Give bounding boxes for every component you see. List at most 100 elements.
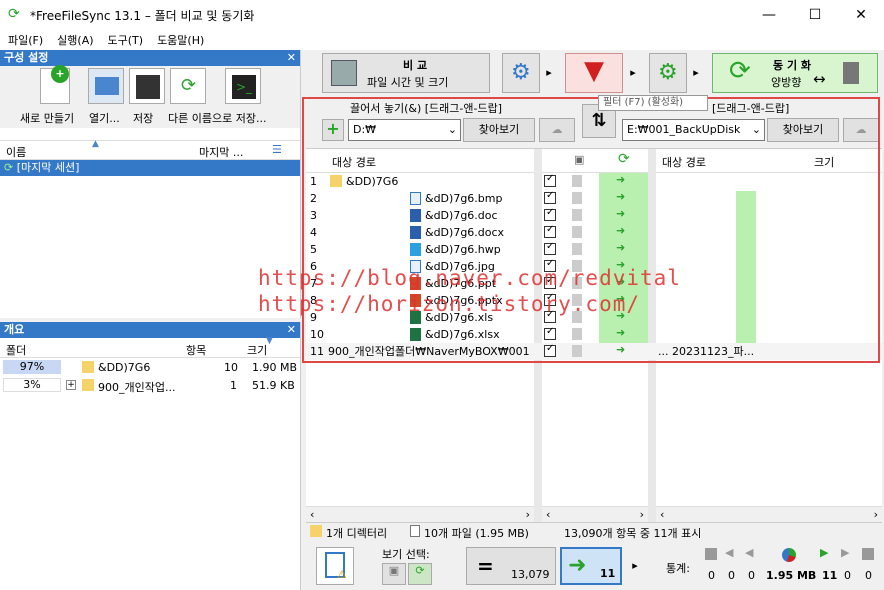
copy-right-icon[interactable]: ➜	[616, 326, 625, 339]
right-folder-input[interactable]: E:₩001_BackUpDisk ⌄	[622, 119, 765, 141]
camera-icon[interactable]: ▣	[574, 153, 584, 166]
left-folder-input[interactable]: D:₩ ⌄	[348, 119, 461, 141]
warning-icon: ⚠	[337, 568, 347, 581]
include-checkbox[interactable]	[544, 173, 556, 187]
right-cloud-button[interactable]: ☁	[843, 118, 879, 142]
create-right-filter-button[interactable]: ➜ 11	[560, 547, 622, 585]
copy-right-icon[interactable]: ➜	[616, 173, 625, 186]
table-row[interactable]: 3 &dD)7g6.doc	[306, 207, 882, 224]
chevron-down-icon[interactable]: ⌄	[448, 120, 457, 140]
sync-label: 동 기 화	[773, 59, 812, 72]
chevron-down-icon[interactable]: ⌄	[752, 120, 761, 140]
scroll-right-icon[interactable]: ›	[640, 508, 644, 521]
config-panel-close-button[interactable]: ✕	[287, 50, 296, 66]
menu-help[interactable]: 도움말(H)	[157, 32, 204, 48]
scroll-right-icon[interactable]: ›	[526, 508, 530, 521]
minimize-button[interactable]: —	[746, 0, 792, 30]
scroll-left-icon[interactable]: ‹	[660, 508, 664, 521]
col-last-header[interactable]: 마지막 ...	[199, 144, 243, 160]
copy-right-icon[interactable]: ➜	[616, 224, 625, 237]
left-drop-label: 끌어서 놓기(&) [드래그-앤-드랍]	[350, 102, 502, 115]
overview-panel-close-button[interactable]: ✕	[287, 322, 296, 338]
menu-bar: 파일(F) 실행(A) 도구(T) 도움말(H)	[0, 30, 884, 50]
filter-dropdown-button[interactable]: ▸	[626, 53, 640, 93]
view-action-button[interactable]: ⟳	[408, 563, 432, 585]
view-select-label: 보기 선택:	[382, 548, 430, 561]
open-config-button[interactable]	[88, 68, 124, 104]
list-view-icon[interactable]: ☰	[272, 143, 282, 156]
magnifier-icon	[331, 60, 357, 86]
left-browse-button[interactable]: 찾아보기	[463, 118, 535, 142]
scroll-left-icon[interactable]: ‹	[310, 508, 314, 521]
overview-row[interactable]: 3% + 900_개인작업... 1 51.9 KB	[0, 376, 300, 394]
menu-tools[interactable]: 도구(T)	[108, 32, 144, 48]
include-checkbox[interactable]	[544, 326, 556, 340]
expand-icon[interactable]: +	[66, 380, 76, 390]
filter-button[interactable]: ▼	[565, 53, 623, 93]
more-filters-button[interactable]: ▸	[628, 547, 642, 585]
include-checkbox[interactable]	[544, 224, 556, 238]
view-category-button[interactable]: ▣	[382, 563, 406, 585]
left-cloud-button[interactable]: ☁	[539, 118, 575, 142]
table-row[interactable]: 10 &dD)7g6.xlsx	[306, 326, 882, 343]
add-folder-pair-button[interactable]: +	[322, 119, 344, 141]
col-items-header[interactable]: 항목	[186, 342, 206, 358]
col-name-header[interactable]: 이름	[6, 144, 26, 160]
config-item-last-session[interactable]: ⟳ [마지막 세션]	[0, 160, 300, 176]
copy-right-icon[interactable]: ➜	[616, 241, 625, 254]
sync-settings-button[interactable]: ⚙	[649, 53, 687, 93]
synchronize-button[interactable]: ⟳ 동 기 화 양방향 ↔	[712, 53, 878, 93]
save-as-batch-button[interactable]: >_	[225, 68, 261, 104]
compare-settings-button[interactable]: ⚙	[502, 53, 540, 93]
table-row[interactable]: 1 &DD)7G6	[306, 173, 882, 190]
scroll-right-icon[interactable]: ›	[874, 508, 878, 521]
menu-file[interactable]: 파일(F)	[8, 32, 43, 48]
right-browse-button[interactable]: 찾아보기	[767, 118, 839, 142]
overview-row[interactable]: 97% &DD)7G6 10 1.90 MB	[0, 358, 300, 376]
left-folder-path: D:₩	[353, 123, 377, 136]
overview-folder-name: 900_개인작업...	[98, 381, 176, 394]
copy-right-icon[interactable]: ➜	[616, 343, 625, 356]
log-button[interactable]: ⚠	[316, 547, 354, 585]
save-as-config-button[interactable]: ⟳	[170, 68, 206, 104]
include-checkbox[interactable]	[544, 190, 556, 204]
sync-dropdown-button[interactable]: ▸	[689, 53, 703, 93]
new-config-button[interactable]: +	[40, 65, 70, 104]
col-size-header[interactable]: 크기	[247, 342, 267, 358]
table-row[interactable]: 4 &dD)7g6.docx	[306, 224, 882, 241]
include-checkbox[interactable]	[544, 241, 556, 255]
table-row[interactable]: 5 &dD)7g6.hwp	[306, 241, 882, 258]
compare-dropdown-button[interactable]: ▸	[542, 53, 556, 93]
include-checkbox[interactable]	[544, 207, 556, 221]
file-category-icon	[572, 243, 582, 255]
middle-h-scrollbar[interactable]: ‹ ›	[542, 506, 648, 522]
right-h-scrollbar[interactable]: ‹ ›	[656, 506, 882, 522]
word-icon	[410, 226, 421, 239]
right-folder-path: E:₩001_BackUpDisk	[627, 123, 741, 136]
overview-header: 폴더 항목 크기 ▼	[0, 336, 300, 358]
scroll-left-icon[interactable]: ‹	[546, 508, 550, 521]
maximize-button[interactable]: ☐	[792, 0, 838, 30]
right-size-header[interactable]: 크기	[814, 154, 834, 170]
close-button[interactable]: ✕	[838, 0, 884, 30]
menu-run[interactable]: 실행(A)	[57, 32, 93, 48]
compare-button[interactable]: 비 교 파일 시간 및 크기	[322, 53, 490, 93]
left-h-scrollbar[interactable]: ‹ ›	[306, 506, 534, 522]
table-row[interactable]: 11 900_개인작업폴더₩NaverMyBOX₩001 ... 2023112…	[306, 343, 882, 360]
file-name: &dD)7g6.bmp	[425, 192, 503, 205]
sync-icon[interactable]: ⟳	[618, 151, 630, 167]
copy-right-icon[interactable]: ➜	[616, 207, 625, 220]
watermark-line-2: https://horizon.tistory.com/	[258, 292, 641, 316]
table-row[interactable]: 2 &dD)7g6.bmp	[306, 190, 882, 207]
col-folder-header[interactable]: 폴더	[6, 342, 26, 358]
include-checkbox[interactable]	[544, 343, 556, 357]
copy-right-icon[interactable]: ➜	[616, 190, 625, 203]
right-grid-header: 대상 경로 크기	[656, 149, 882, 173]
right-path-header[interactable]: 대상 경로	[662, 154, 706, 170]
create-count: 11	[600, 567, 616, 580]
file-grid: 대상 경로 ▣ ⟳ 대상 경로 크기 1 &DD)7G6 2 &dD)7g6.bm…	[306, 148, 882, 522]
equal-filter-button[interactable]: = 13,079	[466, 547, 556, 585]
left-path-header[interactable]: 대상 경로	[332, 154, 376, 170]
row-number: 10	[310, 328, 324, 341]
save-config-button[interactable]	[129, 68, 165, 104]
